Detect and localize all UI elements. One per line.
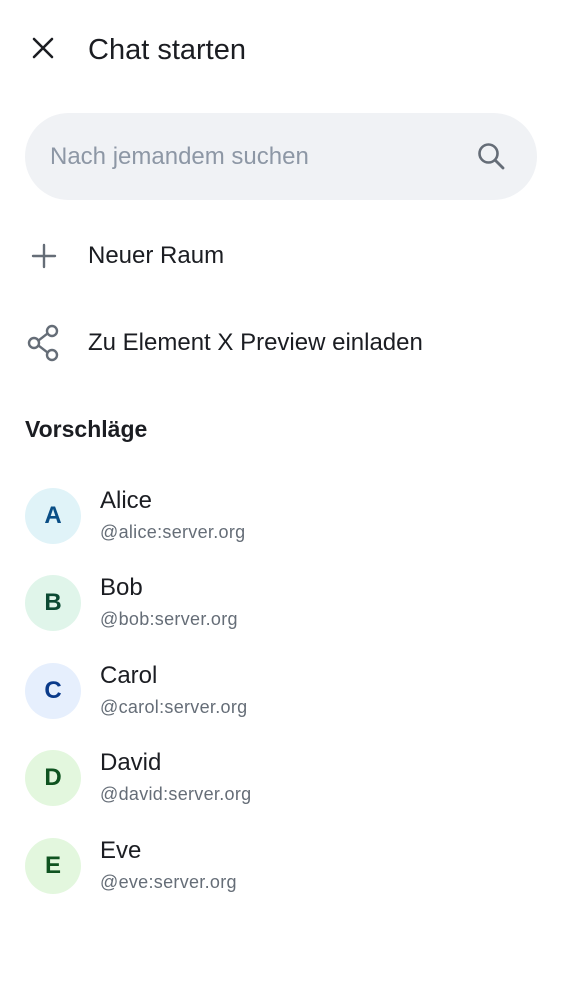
user-display-name: Eve [100,837,142,864]
list-item-user[interactable]: B Bob @bob:server.org [0,563,562,643]
top-app-bar: Chat starten [0,0,562,100]
search-input[interactable] [50,113,470,200]
page-title: Chat starten [88,34,246,66]
avatar: D [25,750,81,806]
close-icon [31,36,55,65]
list-item-user[interactable]: D David @david:server.org [0,738,562,818]
user-matrix-id: @carol:server.org [100,697,248,717]
avatar: C [25,663,81,719]
plus-icon [26,238,62,274]
list-item-user[interactable]: C Carol @carol:server.org [0,651,562,731]
user-matrix-id: @bob:server.org [100,609,238,629]
new-room-label: Neuer Raum [88,242,225,269]
list-item-user[interactable]: E Eve @eve:server.org [0,826,562,906]
user-display-name: Carol [100,662,158,689]
avatar: E [25,838,81,894]
invite-label: Zu Element X Preview einladen [88,329,423,356]
search-icon[interactable] [474,139,508,173]
user-matrix-id: @eve:server.org [100,872,237,892]
suggestions-header: Vorschläge [25,416,148,442]
avatar: A [25,488,81,544]
list-item-user[interactable]: A Alice @alice:server.org [0,476,562,556]
user-display-name: Bob [100,574,143,601]
share-icon [26,324,62,362]
invite-button[interactable]: Zu Element X Preview einladen [0,313,562,373]
user-display-name: Alice [100,487,153,514]
user-matrix-id: @alice:server.org [100,522,246,542]
avatar: B [25,575,81,631]
user-matrix-id: @david:server.org [100,784,252,804]
new-room-button[interactable]: Neuer Raum [0,226,562,286]
user-display-name: David [100,749,162,776]
search-bar[interactable] [25,113,537,200]
close-button[interactable] [20,27,66,73]
